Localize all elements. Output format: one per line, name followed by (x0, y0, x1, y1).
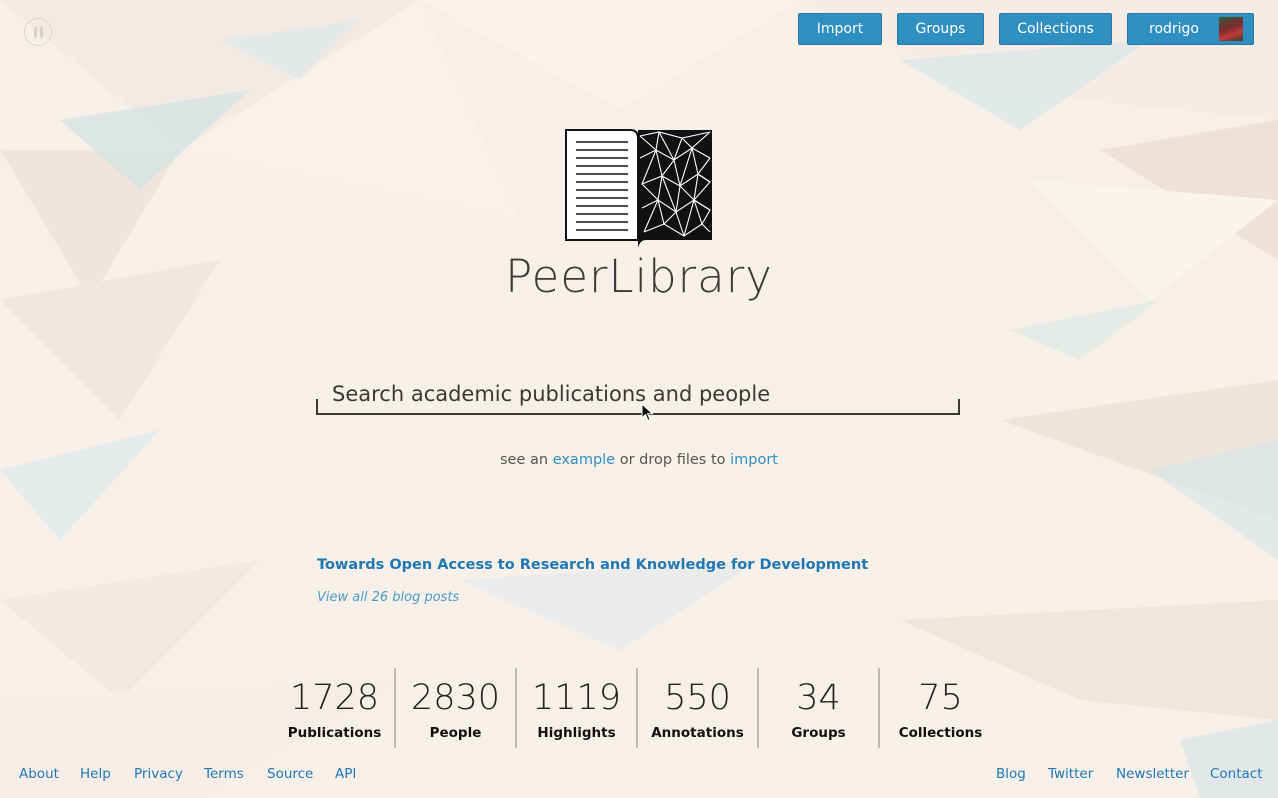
import-link[interactable]: import (730, 452, 778, 468)
search-underline (316, 413, 960, 415)
stat-value: 75 (918, 678, 963, 718)
stat-value: 1728 (289, 678, 380, 718)
import-button[interactable]: Import (798, 13, 882, 45)
search-box (316, 375, 960, 415)
stat-value: 34 (796, 678, 841, 718)
stat-people: 2830 People (396, 668, 517, 748)
stat-label: Annotations (651, 725, 744, 741)
stat-value: 550 (664, 678, 731, 718)
footer-terms-link[interactable]: Terms (204, 766, 244, 782)
user-menu-button[interactable]: rodrigo (1127, 13, 1254, 45)
stat-label: Collections (898, 725, 983, 741)
pause-icon (33, 26, 37, 38)
footer-help-link[interactable]: Help (80, 766, 111, 782)
footer-blog-link[interactable]: Blog (996, 766, 1026, 782)
footer-twitter-link[interactable]: Twitter (1048, 766, 1093, 782)
groups-button[interactable]: Groups (897, 13, 984, 45)
site-statistics: 1728 Publications 2830 People 1119 Highl… (275, 668, 1001, 748)
user-avatar (1219, 17, 1243, 41)
stat-label: Highlights (537, 725, 616, 741)
footer-about-link[interactable]: About (19, 766, 59, 782)
stat-label: Groups (791, 725, 846, 741)
pause-button[interactable] (24, 18, 52, 46)
stat-collections: 75 Collections (880, 668, 1001, 748)
stat-annotations: 550 Annotations (638, 668, 759, 748)
book-logo-icon (565, 129, 712, 248)
search-input[interactable] (316, 375, 960, 413)
footer-source-link[interactable]: Source (267, 766, 313, 782)
stat-value: 1119 (531, 678, 622, 718)
stat-publications: 1728 Publications (275, 668, 396, 748)
footer-contact-link[interactable]: Contact (1210, 766, 1263, 782)
search-hint: see an example or drop files to import (499, 452, 778, 468)
view-all-blog-posts-link[interactable]: View all 26 blog posts (317, 590, 459, 605)
mouse-pointer-icon (641, 403, 654, 422)
example-link[interactable]: example (553, 452, 615, 468)
stat-value: 2830 (410, 678, 501, 718)
stat-highlights: 1119 Highlights (517, 668, 638, 748)
brand-name: PeerLibrary (505, 250, 773, 303)
stat-groups: 34 Groups (759, 668, 880, 748)
collections-button[interactable]: Collections (999, 13, 1112, 45)
stat-label: Publications (287, 725, 382, 741)
footer-newsletter-link[interactable]: Newsletter (1116, 766, 1189, 782)
footer-api-link[interactable]: API (335, 766, 356, 782)
username: rodrigo (1149, 21, 1199, 37)
stat-label: People (429, 725, 482, 741)
footer-privacy-link[interactable]: Privacy (134, 766, 183, 782)
latest-blog-post-link[interactable]: Towards Open Access to Research and Know… (317, 557, 868, 573)
